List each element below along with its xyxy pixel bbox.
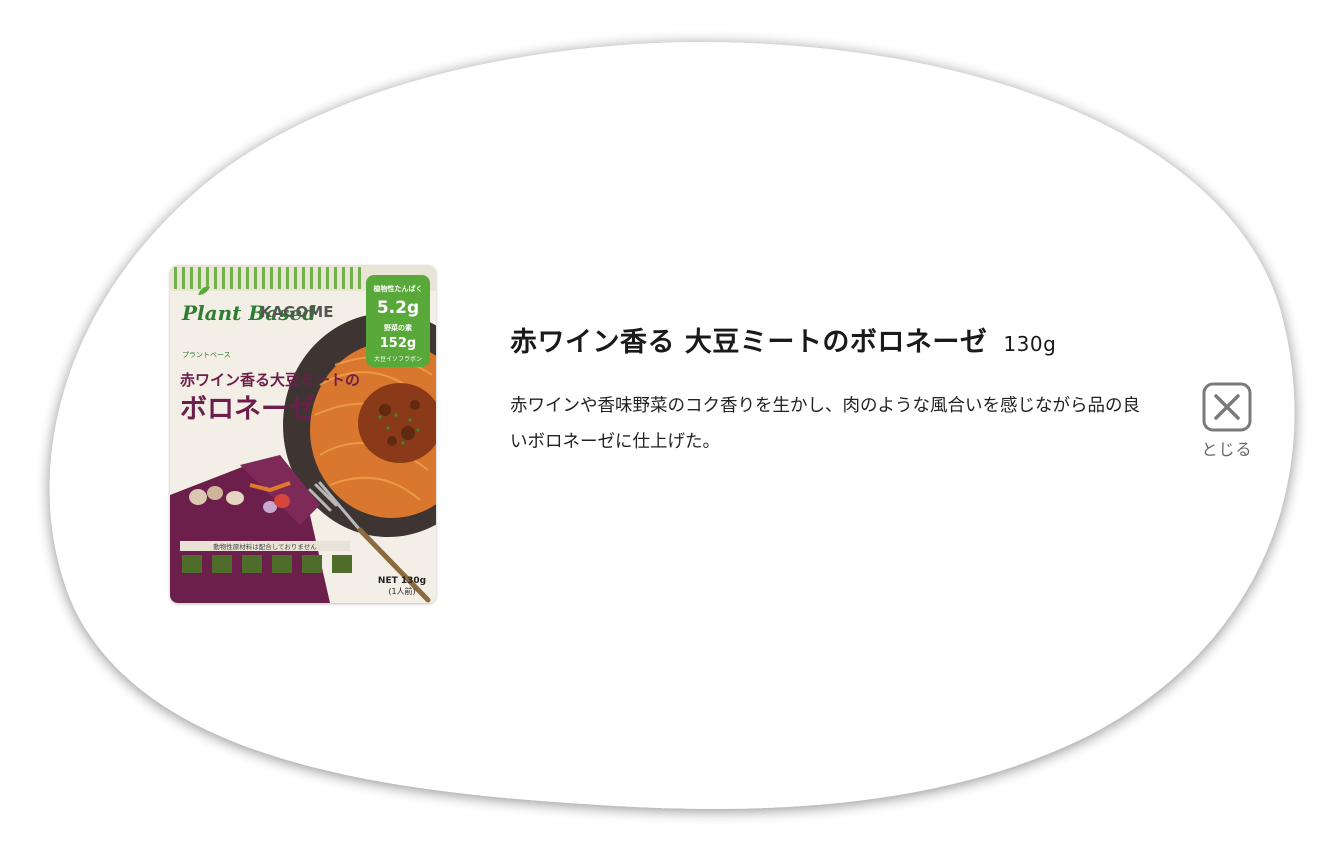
svg-text:動物性原材料は配合しておりません: 動物性原材料は配合しておりません [213, 542, 317, 551]
svg-text:NET 130g: NET 130g [378, 576, 426, 586]
product-title: 赤ワイン香る 大豆ミートのボロネーゼ 130g [510, 320, 1056, 359]
svg-text:プラントベース: プラントベース [182, 351, 231, 359]
svg-text:5.2g: 5.2g [377, 298, 419, 318]
svg-text:(1人前): (1人前) [388, 586, 415, 596]
svg-text:KAGOME: KAGOME [260, 303, 333, 321]
svg-text:152g: 152g [380, 336, 416, 351]
close-icon[interactable] [1202, 382, 1252, 432]
svg-text:野菜の素: 野菜の素 [384, 323, 412, 332]
product-name: 赤ワイン香る 大豆ミートのボロネーゼ [510, 327, 988, 358]
svg-text:ボロネーゼ: ボロネーゼ [180, 394, 315, 425]
product-image: 植物性たんぱく 5.2g 野菜の素 152g 大豆イソフラボン Plant Ba… [170, 265, 436, 603]
svg-text:植物性たんぱく: 植物性たんぱく [373, 284, 423, 293]
close-label[interactable]: とじる [1196, 436, 1258, 460]
modal-overlay: 植物性たんぱく 5.2g 野菜の素 152g 大豆イソフラボン Plant Ba… [0, 0, 1340, 852]
svg-text:大豆イソフラボン: 大豆イソフラボン [374, 355, 422, 363]
product-weight: 130g [1003, 332, 1057, 356]
product-description: 赤ワインや香味野菜のコク香りを生かし、肉のような風合いを感じながら品の良いボロネ… [510, 396, 1140, 452]
close-button[interactable]: とじる [1196, 382, 1258, 460]
svg-text:赤ワイン香る大豆ミートの: 赤ワイン香る大豆ミートの [180, 371, 360, 389]
